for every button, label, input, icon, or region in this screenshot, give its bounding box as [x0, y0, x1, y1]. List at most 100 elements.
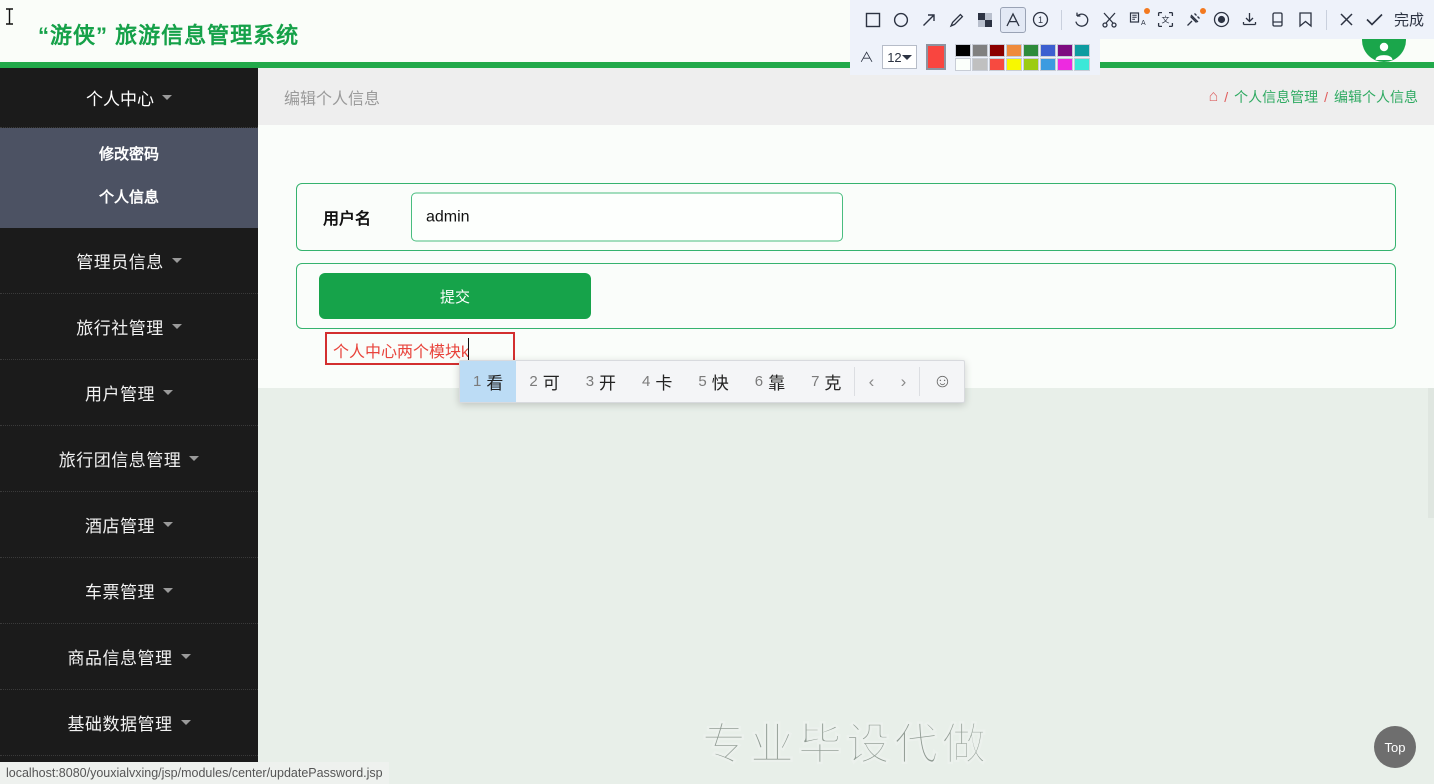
color-swatch[interactable]	[1040, 44, 1056, 57]
annotation-toolbar-wrapper: 1 A 文	[850, 0, 1434, 75]
font-size-select[interactable]: 12	[882, 45, 917, 69]
record-icon	[1213, 11, 1230, 28]
page-title: “游侠” 旅游信息管理系统	[38, 18, 299, 50]
ime-candidate[interactable]: 3 开	[573, 361, 629, 402]
chevron-down-icon	[172, 258, 182, 263]
scissors-icon	[1101, 11, 1118, 28]
color-swatch[interactable]	[1074, 58, 1090, 71]
username-input[interactable]	[411, 193, 843, 242]
color-swatch[interactable]	[989, 44, 1005, 57]
color-swatch[interactable]	[972, 58, 988, 71]
color-swatch[interactable]	[955, 58, 971, 71]
ime-candidate-number: 2	[529, 373, 537, 390]
sidebar-item-personal-center[interactable]: 个人中心	[0, 68, 258, 128]
chevron-left-icon[interactable]: ‹	[855, 361, 887, 402]
sidebar-item-label: 用户管理	[85, 380, 155, 405]
chevron-down-icon	[163, 522, 173, 527]
crop-tool-button[interactable]	[1097, 7, 1123, 33]
color-swatch[interactable]	[1023, 58, 1039, 71]
text-tool-button[interactable]	[1000, 7, 1026, 33]
pen-icon	[949, 12, 965, 28]
pin-tool-button[interactable]	[1181, 7, 1207, 33]
step-number-tool-button[interactable]: 1	[1028, 7, 1054, 33]
ime-candidate-number: 1	[473, 373, 481, 390]
sidebar-item-label: 车票管理	[85, 578, 155, 603]
color-swatch[interactable]	[1023, 44, 1039, 57]
sidebar-item-hotel-management[interactable]: 酒店管理	[0, 492, 258, 558]
sidebar-item-user-management[interactable]: 用户管理	[0, 360, 258, 426]
color-swatch[interactable]	[1006, 44, 1022, 57]
sidebar-item-admin-info[interactable]: 管理员信息	[0, 228, 258, 294]
chevron-right-icon[interactable]: ›	[887, 361, 919, 402]
translate-tool-button[interactable]: 文	[1153, 7, 1179, 33]
color-swatch[interactable]	[972, 44, 988, 57]
current-color-swatch[interactable]	[926, 44, 946, 70]
sidebar-item-base-data[interactable]: 基础数据管理	[0, 690, 258, 756]
color-swatch[interactable]	[989, 58, 1005, 71]
ime-candidate-char: 卡	[655, 369, 672, 394]
badge-dot	[1200, 8, 1206, 14]
bookmark-icon	[1297, 11, 1314, 28]
sidebar-item-label: 酒店管理	[85, 512, 155, 537]
ime-candidate[interactable]: 7 克	[798, 361, 854, 402]
watermark-main: 专业毕设代做	[258, 708, 1434, 772]
ellipse-icon	[893, 12, 909, 28]
username-form-row: 用户名	[296, 183, 1396, 251]
color-swatch[interactable]	[955, 44, 971, 57]
confirm-button[interactable]	[1362, 7, 1388, 33]
sidebar-item-agency-management[interactable]: 旅行社管理	[0, 294, 258, 360]
sidebar-item-label: 旅行团信息管理	[59, 446, 182, 471]
ellipse-tool-button[interactable]	[888, 7, 914, 33]
svg-text:A: A	[1141, 20, 1146, 27]
ocr-icon: A	[1129, 11, 1146, 28]
page-heading: 编辑个人信息	[284, 85, 380, 109]
rectangle-tool-button[interactable]	[860, 7, 886, 33]
ime-candidate[interactable]: 6 靠	[742, 361, 798, 402]
color-swatch[interactable]	[1057, 58, 1073, 71]
sidebar-subitem-personal-info[interactable]: 个人信息	[0, 175, 258, 218]
smiley-icon[interactable]: ☺	[920, 361, 964, 402]
ime-candidate-char: 克	[824, 369, 841, 394]
ime-candidate-bar[interactable]: 1 看 2 可 3 开 4 卡 5 快 6 靠 7 克 ‹ › ☺	[459, 360, 965, 403]
annotation-toolbar: 1 A 文	[850, 0, 1434, 39]
color-swatch[interactable]	[1006, 58, 1022, 71]
home-icon[interactable]: ⌂	[1209, 89, 1219, 105]
mosaic-tool-button[interactable]	[972, 7, 998, 33]
sidebar-item-tour-group-info[interactable]: 旅行团信息管理	[0, 426, 258, 492]
submit-button[interactable]: 提交	[319, 273, 591, 319]
scroll-to-top-button[interactable]: Top	[1374, 726, 1416, 768]
ime-candidate[interactable]: 1 看	[460, 361, 516, 402]
done-label[interactable]: 完成	[1394, 9, 1424, 30]
ime-candidate[interactable]: 5 快	[685, 361, 741, 402]
breadcrumb-parent[interactable]: 个人信息管理	[1234, 87, 1318, 107]
ime-candidate[interactable]: 2 可	[516, 361, 572, 402]
ime-candidate-char: 快	[712, 369, 729, 394]
divider	[1326, 10, 1327, 30]
download-tool-button[interactable]	[1237, 7, 1263, 33]
sidebar-subitem-change-password[interactable]: 修改密码	[0, 132, 258, 175]
color-swatch[interactable]	[1040, 58, 1056, 71]
sidebar-item-product-info[interactable]: 商品信息管理	[0, 624, 258, 690]
ime-candidate-number: 6	[755, 373, 763, 390]
close-icon	[1338, 11, 1355, 28]
arrow-tool-button[interactable]	[916, 7, 942, 33]
chevron-down-icon	[162, 95, 172, 100]
main-region: 编辑个人信息 ⌂ / 个人信息管理 / 编辑个人信息 用户名 提交 专业毕设代做…	[258, 68, 1434, 784]
bookmark-tool-button[interactable]	[1293, 7, 1319, 33]
mosaic-icon	[977, 12, 993, 28]
ime-candidate-number: 7	[811, 373, 819, 390]
color-swatch[interactable]	[1074, 44, 1090, 57]
color-swatch[interactable]	[1057, 44, 1073, 57]
record-tool-button[interactable]	[1209, 7, 1235, 33]
sidebar-item-ticket-management[interactable]: 车票管理	[0, 558, 258, 624]
pen-tool-button[interactable]	[944, 7, 970, 33]
sidebar: 个人中心 修改密码 个人信息 管理员信息 旅行社管理 用户管理 旅行团信息管理	[0, 68, 258, 784]
content-scrollbar[interactable]	[1428, 388, 1434, 518]
breadcrumb-separator: /	[1324, 89, 1328, 105]
save-mobile-tool-button[interactable]	[1265, 7, 1291, 33]
arrow-icon	[921, 12, 937, 28]
undo-tool-button[interactable]	[1069, 7, 1095, 33]
ime-candidate[interactable]: 4 卡	[629, 361, 685, 402]
close-button[interactable]	[1334, 7, 1360, 33]
ocr-tool-button[interactable]: A	[1125, 7, 1151, 33]
